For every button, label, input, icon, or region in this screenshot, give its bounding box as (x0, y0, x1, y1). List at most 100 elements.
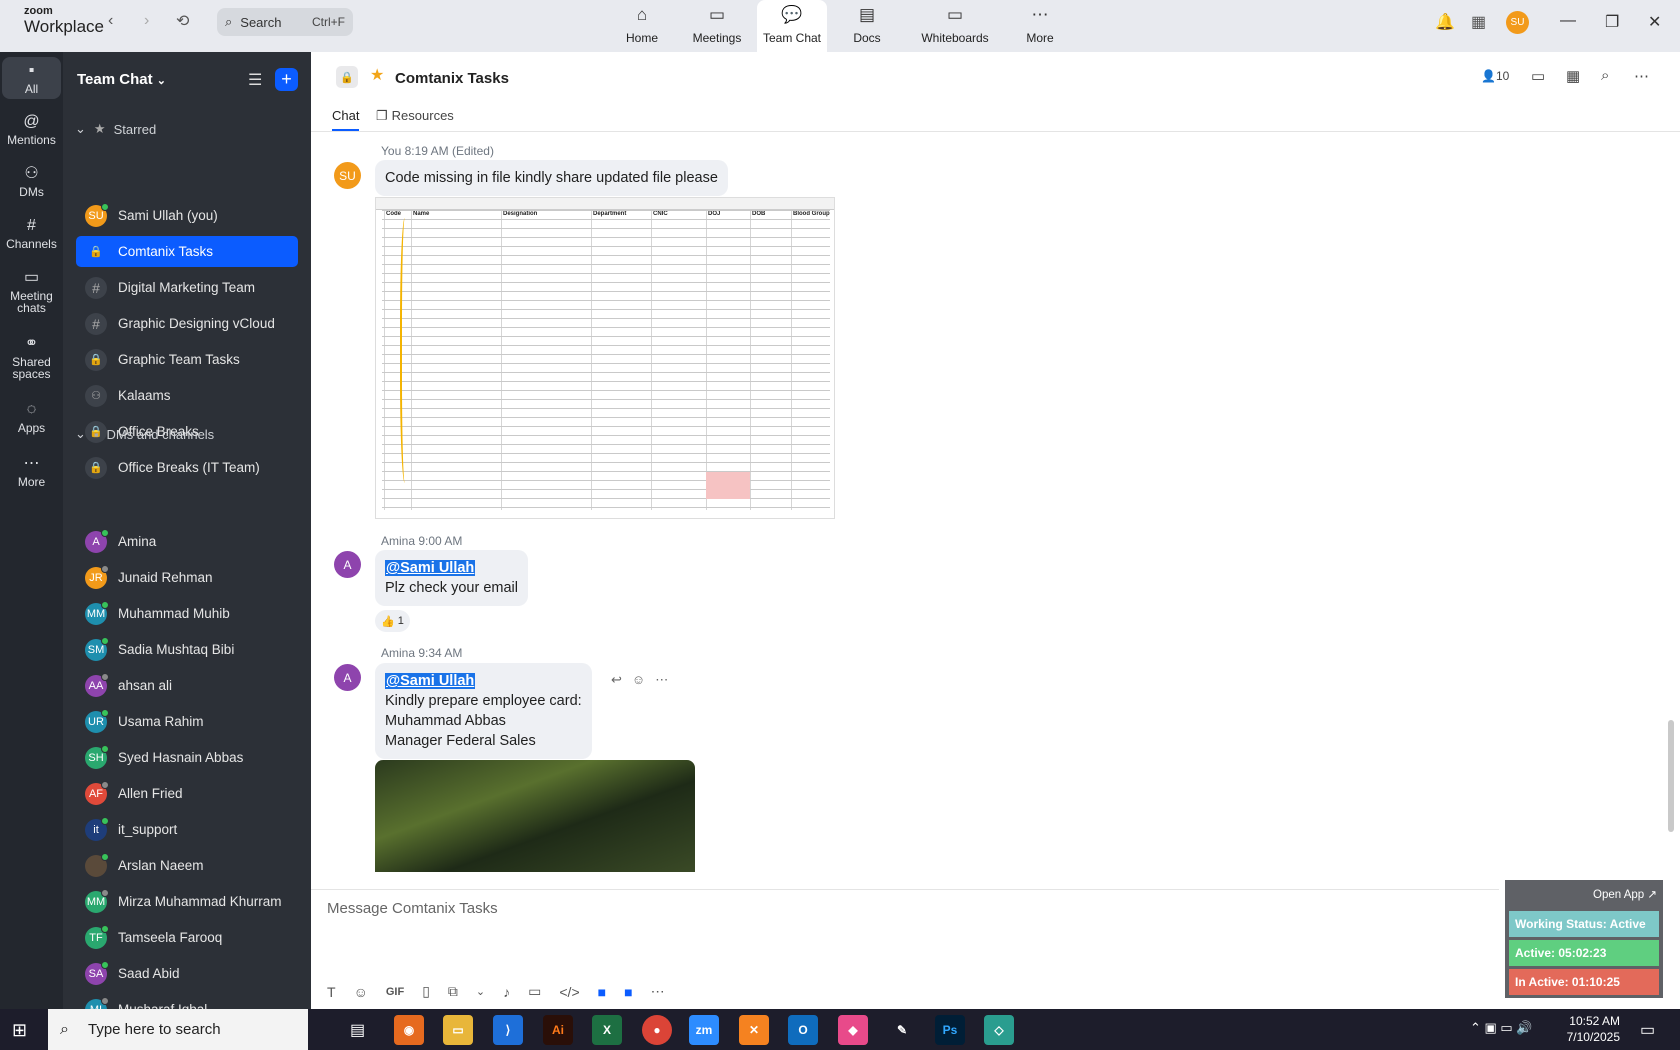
mention[interactable]: @Sami Ullah (385, 560, 476, 576)
channel-title[interactable]: Comtanix Tasks (395, 70, 509, 87)
xampp-icon[interactable]: ✕ (739, 1015, 769, 1045)
video-clip-icon[interactable]: ▭ (528, 983, 541, 1000)
sidebar-item-dm[interactable]: MM Muhammad Muhib (76, 598, 298, 629)
reaction-badge[interactable]: 👍 1 (375, 610, 410, 632)
spreadsheet-attachment[interactable]: Code Name Designation Department CNIC DOJ DOB B… (375, 197, 835, 519)
reply-icon[interactable]: ↩ (611, 672, 622, 688)
sidebar-item-dm[interactable]: UR Usama Rahim (76, 706, 298, 737)
sidebar-item-starred[interactable]: 🔒 Comtanix Tasks (76, 236, 298, 267)
task-view-icon[interactable]: ▤ (350, 1020, 365, 1040)
rail-mentions[interactable]: @ Mentions (2, 113, 61, 146)
tab-meetings[interactable]: ▭ Meetings (677, 0, 757, 52)
sidebar-item-starred[interactable]: 🔒 Graphic Team Tasks (76, 344, 298, 375)
rail-channels[interactable]: # Channels (2, 217, 61, 250)
firefox-icon[interactable]: ◉ (394, 1015, 424, 1045)
tab-chat[interactable]: Chat (332, 108, 360, 131)
bell-icon[interactable]: 🔔 (1435, 12, 1455, 32)
sidebar-item-dm[interactable]: JR Junaid Rehman (76, 562, 298, 593)
pen-icon[interactable]: ✎ (887, 1015, 917, 1045)
more-icon[interactable]: ⋯ (655, 672, 668, 688)
sidebar-item-dm[interactable]: A Amina (76, 526, 298, 557)
emoji-icon[interactable]: ☺ (632, 672, 645, 688)
chrome-icon[interactable]: ● (642, 1015, 672, 1045)
avatar[interactable]: SU (1506, 11, 1529, 34)
tab-docs[interactable]: ▤ Docs (827, 0, 907, 52)
tab-more[interactable]: ⋯ More (1000, 0, 1080, 52)
close-icon[interactable]: ✕ (1648, 12, 1661, 32)
avatar[interactable]: SU (334, 162, 361, 189)
add-button[interactable]: + (275, 68, 298, 91)
format-icon[interactable]: T (327, 984, 336, 1000)
app-icon[interactable]: ■ (598, 984, 606, 1000)
sidebar-item-starred[interactable]: ⚇ Kalaams (76, 380, 298, 411)
excel-icon[interactable]: X (592, 1015, 622, 1045)
mention[interactable]: @Sami Ullah (385, 673, 476, 689)
search-box[interactable]: ⌕ Search Ctrl+F (217, 8, 353, 36)
notification-icon[interactable]: ▭ (1640, 1020, 1655, 1040)
chevron-down-icon[interactable]: ⌄ (476, 985, 485, 998)
back-icon[interactable]: ‹ (108, 12, 113, 30)
sidebar-item-dm[interactable]: TF Tamseela Farooq (76, 922, 298, 953)
search-icon[interactable]: ⌕ (1601, 67, 1609, 84)
forward-icon[interactable]: › (144, 12, 149, 30)
windows-start-icon[interactable]: ⊞ (12, 1020, 27, 1041)
rail-shared-spaces[interactable]: ⚭ Shared spaces (2, 335, 61, 381)
vscode-icon[interactable]: ⟩ (493, 1015, 523, 1045)
taskbar-clock[interactable]: 10:52 AM 7/10/2025 (1545, 1013, 1620, 1045)
sidebar-item-starred[interactable]: # Digital Marketing Team (76, 272, 298, 303)
sidebar-item-dm[interactable]: SM Sadia Mushtaq Bibi (76, 634, 298, 665)
section-starred[interactable]: ⌄ ★ Starred (75, 121, 156, 137)
outlook-icon[interactable]: O (788, 1015, 818, 1045)
sidebar-item-dm[interactable]: AA ahsan ali (76, 670, 298, 701)
sidebar-item-starred[interactable]: # Graphic Designing vCloud (76, 308, 298, 339)
photo-attachment[interactable] (375, 760, 695, 872)
sidebar-item-starred[interactable]: 🔒 Office Breaks (IT Team) (76, 452, 298, 483)
star-icon[interactable]: ★ (370, 65, 384, 85)
scrollbar[interactable] (1668, 720, 1674, 832)
tray-icons[interactable]: ⌃ ▣ ▭ 🔊 (1470, 1020, 1532, 1036)
emoji-icon[interactable]: ☺ (354, 984, 368, 1000)
history-icon[interactable]: ⟲ (176, 11, 189, 31)
sidebar-title[interactable]: Team Chat ⌄ (77, 71, 166, 88)
rail-dms[interactable]: ⚇ DMs (2, 165, 61, 198)
section-dms[interactable]: ⌄ ▪ DMs and channels (75, 426, 214, 442)
zoom-icon[interactable]: zm (689, 1015, 719, 1045)
gif-icon[interactable]: GIF (386, 986, 404, 998)
avatar[interactable]: A (334, 551, 361, 578)
calendar-icon[interactable]: ▦ (1566, 67, 1580, 85)
rail-all[interactable]: ▪ All (2, 57, 61, 100)
taskbar-search[interactable]: ⌕ Type here to search (48, 1009, 308, 1050)
sidebar-item-dm[interactable]: SA Saad Abid (76, 958, 298, 989)
screenshot-icon[interactable]: ⧉ (448, 983, 458, 1000)
message-input[interactable]: Message Comtanix Tasks (327, 900, 498, 917)
tab-home[interactable]: ⌂ Home (602, 0, 682, 52)
illustrator-icon[interactable]: Ai (543, 1015, 573, 1045)
tab-team-chat[interactable]: 💬 Team Chat (757, 0, 827, 52)
mic-icon[interactable]: ♪ (503, 984, 510, 1000)
filter-icon[interactable]: ☰ (248, 70, 262, 90)
calendar-icon[interactable]: ▦ (1471, 12, 1486, 32)
more-icon[interactable]: ⋯ (1634, 67, 1649, 85)
photoshop-icon[interactable]: Ps (935, 1015, 965, 1045)
video-icon[interactable]: ▭ (1531, 67, 1545, 85)
sidebar-item-dm[interactable]: Arslan Naeem (76, 850, 298, 881)
more-icon[interactable]: ⋯ (651, 983, 665, 1000)
app-icon[interactable]: ◆ (838, 1015, 868, 1045)
sidebar-item-dm[interactable]: MM Mirza Muhammad Khurram (76, 886, 298, 917)
minimize-icon[interactable]: — (1560, 12, 1576, 30)
file-icon[interactable]: ▯ (422, 983, 430, 1000)
sidebar-item-dm[interactable]: SH Syed Hasnain Abbas (76, 742, 298, 773)
sidebar-item-starred[interactable]: SU Sami Ullah (you) (76, 200, 298, 231)
members-count[interactable]: 👤10 (1481, 69, 1509, 83)
sidebar-item-dm[interactable]: AF Allen Fried (76, 778, 298, 809)
rail-more[interactable]: ⋯ More (2, 455, 61, 488)
chat-app-icon[interactable]: ■ (624, 984, 632, 1000)
tab-whiteboards[interactable]: ▭ Whiteboards (914, 0, 996, 52)
file-explorer-icon[interactable]: ▭ (443, 1015, 473, 1045)
sidebar-item-dm[interactable]: it it_support (76, 814, 298, 845)
open-app-button[interactable]: Open App ↗ (1593, 887, 1657, 901)
search-input[interactable]: Search (240, 15, 281, 30)
tab-resources[interactable]: ❐ Resources (376, 108, 454, 124)
rail-apps[interactable]: ◌ Apps (2, 401, 61, 434)
rail-meeting-chats[interactable]: ▭ Meeting chats (2, 269, 61, 315)
